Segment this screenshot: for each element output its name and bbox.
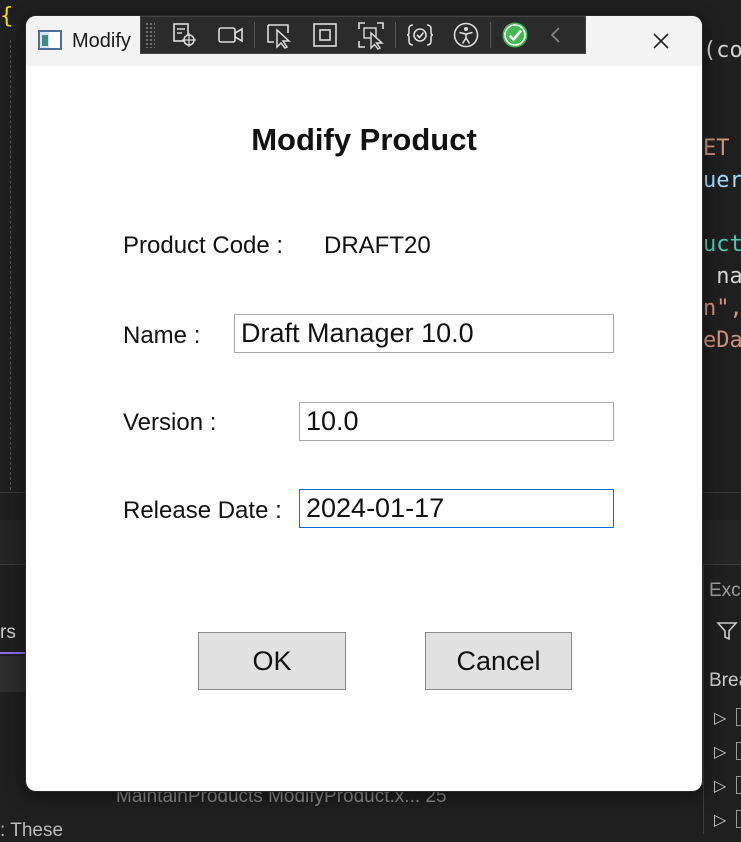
checkbox-icon[interactable]: [736, 742, 741, 760]
expand-icon[interactable]: ▷: [714, 776, 726, 795]
binding-failures-button[interactable]: [397, 17, 443, 53]
binding-failures-icon: [406, 24, 434, 46]
accessibility-button[interactable]: [443, 17, 489, 53]
code-fragment: eDa: [703, 328, 741, 353]
product-code-label: Product Code :: [123, 232, 284, 259]
release-date-input[interactable]: [299, 489, 614, 528]
name-input[interactable]: [234, 314, 614, 353]
track-focus-icon: [358, 22, 384, 50]
collapse-icon: [550, 27, 560, 43]
record-icon: [218, 27, 243, 43]
track-focus-button[interactable]: [348, 17, 394, 53]
frame-button[interactable]: [302, 17, 348, 53]
product-code-value: DRAFT20: [324, 232, 431, 259]
release-date-label: Release Date :: [123, 497, 282, 524]
pointer-select-icon: [267, 24, 291, 49]
pointer-select-button[interactable]: [256, 17, 302, 53]
toolbar-grip[interactable]: [145, 22, 155, 48]
cancel-button[interactable]: Cancel: [425, 632, 572, 690]
page-title: Modify Product: [251, 122, 477, 157]
version-input[interactable]: [299, 402, 614, 441]
debug-toolbar: [140, 16, 586, 54]
checkbox-icon[interactable]: [736, 810, 741, 828]
accessibility-icon: [453, 22, 479, 48]
bottom-fragment: : These: [0, 820, 64, 841]
checkbox-icon[interactable]: [736, 776, 741, 794]
code-brace: {: [0, 4, 14, 29]
name-label: Name :: [123, 322, 201, 349]
ok-button[interactable]: OK: [198, 632, 346, 690]
collapse-button[interactable]: [538, 17, 574, 53]
expand-icon[interactable]: ▷: [714, 742, 726, 761]
code-fragment: n",: [703, 296, 741, 321]
app-icon: [38, 30, 62, 50]
indent-guide: [10, 40, 11, 490]
close-button[interactable]: [638, 22, 684, 60]
select-element-icon: [173, 23, 196, 47]
close-icon: [653, 33, 669, 49]
toolbar-separator: [395, 22, 396, 48]
toolbar-separator: [254, 22, 255, 48]
record-button[interactable]: [207, 17, 253, 53]
checkmark-icon: [502, 22, 528, 48]
code-fragment: (co: [703, 38, 741, 63]
window-title: Modify: [72, 30, 131, 52]
checkbox-icon[interactable]: [736, 708, 741, 726]
right-panel-title: Exce: [709, 580, 741, 601]
frame-icon: [313, 23, 337, 47]
select-element-button[interactable]: [161, 17, 207, 53]
code-fragment: uct: [703, 232, 741, 257]
toolbar-separator: [490, 22, 491, 48]
checkmark-button[interactable]: [492, 17, 538, 53]
tab-fragment: rs: [0, 622, 16, 643]
expand-icon[interactable]: ▷: [714, 810, 726, 829]
version-label: Version :: [123, 409, 217, 436]
code-fragment: uer: [703, 168, 741, 193]
modify-product-dialog: Modify Modify Product Product Code : DRA…: [26, 16, 702, 791]
filter-icon[interactable]: [716, 620, 738, 646]
code-fragment: ET: [703, 136, 730, 161]
left-row: [0, 656, 26, 692]
right-panel-label: Brea: [709, 670, 741, 691]
code-fragment: na: [703, 264, 741, 289]
expand-icon[interactable]: ▷: [714, 708, 726, 727]
